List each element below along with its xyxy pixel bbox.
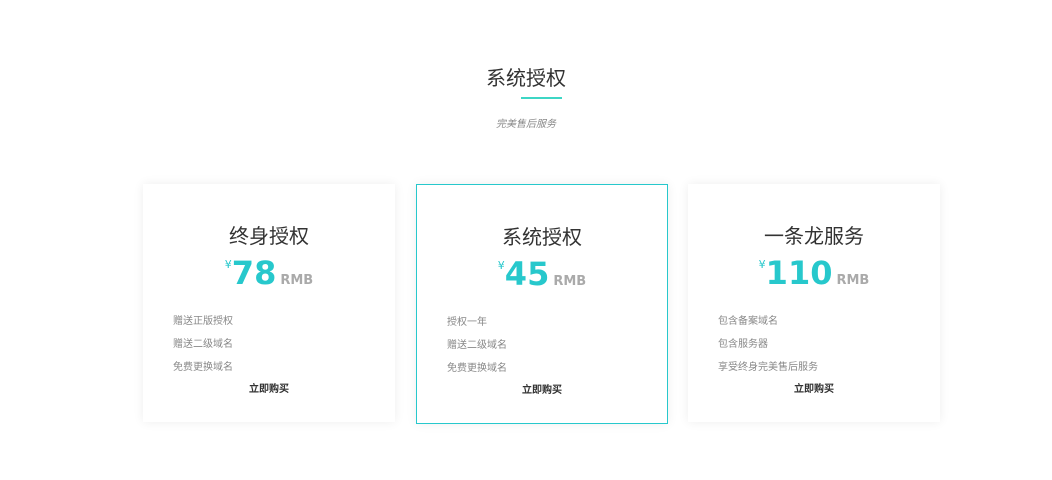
buy-button[interactable]: 立即购买 bbox=[688, 380, 940, 395]
price-value: 78 bbox=[231, 254, 277, 292]
feature-item: 享受终身完美售后服务 bbox=[718, 362, 818, 373]
plan-title: 系统授权 bbox=[502, 225, 582, 249]
feature-item: 免费更换域名 bbox=[173, 362, 233, 373]
price-value: 45 bbox=[504, 255, 550, 293]
title-divider bbox=[521, 97, 562, 99]
price-value: 110 bbox=[765, 254, 833, 292]
price-unit: RMB bbox=[553, 274, 587, 289]
price-unit: RMB bbox=[836, 273, 870, 288]
feature-item: 赠送正版授权 bbox=[173, 316, 233, 327]
feature-list: 赠送正版授权 赠送二级域名 免费更换域名 bbox=[173, 310, 233, 379]
pricing-card: 一条龙服务 ¥110 RMB 包含备案域名 包含服务器享受终身完美售后服务 立即购买 bbox=[688, 184, 940, 422]
plan-price: ¥45 RMB bbox=[417, 255, 667, 293]
feature-item: 赠送二级域名 bbox=[447, 340, 507, 351]
plan-title: 一条龙服务 bbox=[764, 224, 864, 248]
feature-list: 授权一年赠送二级域名 免费更换域名 bbox=[447, 311, 507, 380]
currency-symbol: ¥ bbox=[758, 258, 766, 271]
price-unit: RMB bbox=[280, 273, 314, 288]
feature-item: 授权一年 bbox=[447, 317, 487, 328]
buy-button[interactable]: 立即购买 bbox=[417, 381, 667, 396]
plan-price: ¥78 RMB bbox=[143, 254, 395, 292]
section-subtitle: 完美售后服务 bbox=[496, 119, 556, 130]
pricing-card: 系统授权 ¥45 RMB 授权一年赠送二级域名 免费更换域名 立即购买 bbox=[416, 184, 668, 424]
feature-item: 包含服务器 bbox=[718, 339, 768, 350]
feature-list: 包含备案域名 包含服务器享受终身完美售后服务 bbox=[718, 310, 818, 379]
feature-item: 赠送二级域名 bbox=[173, 339, 233, 350]
currency-symbol: ¥ bbox=[224, 258, 232, 271]
section-title: 系统授权 bbox=[486, 66, 566, 90]
plan-price: ¥110 RMB bbox=[688, 254, 940, 292]
plan-title: 终身授权 bbox=[229, 224, 309, 248]
feature-item: 包含备案域名 bbox=[718, 316, 778, 327]
pricing-card: 终身授权 ¥78 RMB 赠送正版授权 赠送二级域名 免费更换域名 立即购买 bbox=[143, 184, 395, 422]
currency-symbol: ¥ bbox=[497, 259, 505, 272]
feature-item: 免费更换域名 bbox=[447, 363, 507, 374]
buy-button[interactable]: 立即购买 bbox=[143, 380, 395, 395]
